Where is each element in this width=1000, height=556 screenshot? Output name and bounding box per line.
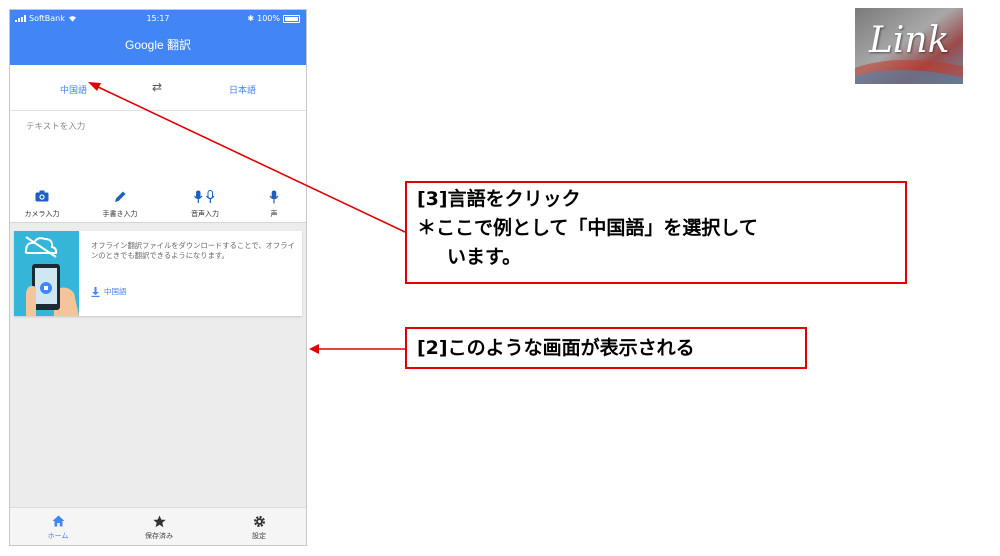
download-language-label: 中国語 xyxy=(104,287,127,296)
offline-illustration xyxy=(14,231,79,316)
home-icon xyxy=(52,515,64,527)
arrow-to-screen xyxy=(309,344,405,354)
voice-input-label: 音声入力 xyxy=(191,210,219,218)
link-logo: Link xyxy=(855,8,963,84)
nav-saved[interactable]: 保存済み xyxy=(119,515,199,541)
bottom-navigation: ホーム 保存済み 設定 xyxy=(10,507,306,545)
battery-icon xyxy=(283,14,300,23)
status-right: ✱ 100% xyxy=(247,14,300,23)
callout-step2: [2]このような画面が表示される xyxy=(405,327,807,369)
nav-settings-label: 設定 xyxy=(252,532,266,540)
logo-text: Link xyxy=(869,20,950,61)
input-placeholder: テキストを入力 xyxy=(26,122,86,132)
star-icon xyxy=(152,515,166,528)
voice-input-button[interactable]: 音声入力 xyxy=(173,190,237,219)
nav-settings[interactable]: 設定 xyxy=(219,515,299,541)
source-language-button[interactable]: 中国語 xyxy=(60,83,87,96)
download-language-button[interactable]: 中国語 xyxy=(91,286,127,297)
language-bar: 中国語 ⇄ 日本語 xyxy=(10,65,306,111)
content-area: オフライン翻訳ファイルをダウンロードすることで、オフラインのときでも翻訳できるよ… xyxy=(10,223,306,507)
conversation-button[interactable]: 声 xyxy=(242,190,306,219)
input-tools: カメラ入力 手書き入力 音声入力 声 xyxy=(10,182,306,223)
conversation-label: 声 xyxy=(270,210,278,218)
camera-icon xyxy=(35,190,49,202)
swap-arrows-icon[interactable]: ⇄ xyxy=(152,80,162,94)
download-icon xyxy=(91,286,100,297)
app-title: Google 翻訳 xyxy=(124,38,192,52)
nav-home-label: ホーム xyxy=(47,532,69,540)
mic-icon xyxy=(269,190,279,204)
pen-icon xyxy=(115,191,126,202)
gear-icon xyxy=(253,515,265,528)
app-bar: SoftBank 15:17 ✱ 100% Google 翻訳 xyxy=(10,10,306,65)
text-input-area[interactable]: テキストを入力 xyxy=(10,111,306,181)
offline-card-text: オフライン翻訳ファイルをダウンロードすることで、オフラインのときでも翻訳できるよ… xyxy=(91,241,295,260)
bluetooth-icon: ✱ xyxy=(247,14,255,23)
camera-input-button[interactable]: カメラ入力 xyxy=(10,190,74,219)
callout-step2-line1: [2]このような画面が表示される xyxy=(417,337,695,359)
handwriting-input-label: 手書き入力 xyxy=(102,210,138,218)
offline-translation-card: オフライン翻訳ファイルをダウンロードすることで、オフラインのときでも翻訳できるよ… xyxy=(14,231,302,316)
target-language-button[interactable]: 日本語 xyxy=(229,83,256,96)
callout-step3: [3]言語をクリック ＊ここで例として「中国語」を選択して います。 xyxy=(405,181,907,284)
camera-input-label: カメラ入力 xyxy=(24,210,60,218)
callout-step3-line1: [3]言語をクリック xyxy=(417,188,581,210)
nav-home[interactable]: ホーム xyxy=(18,515,98,541)
battery-percent: 100% xyxy=(257,14,280,23)
nav-saved-label: 保存済み xyxy=(145,532,173,540)
status-bar: SoftBank 15:17 ✱ 100% xyxy=(10,10,306,28)
mic-pair-icon xyxy=(194,190,215,203)
callout-step3-line3: います。 xyxy=(447,246,522,268)
phone-screenshot: SoftBank 15:17 ✱ 100% Google 翻訳 中国語 ⇄ 日本… xyxy=(9,9,307,546)
callout-step3-line2: ＊ここで例として「中国語」を選択して xyxy=(417,217,758,239)
handwriting-input-button[interactable]: 手書き入力 xyxy=(88,190,152,219)
